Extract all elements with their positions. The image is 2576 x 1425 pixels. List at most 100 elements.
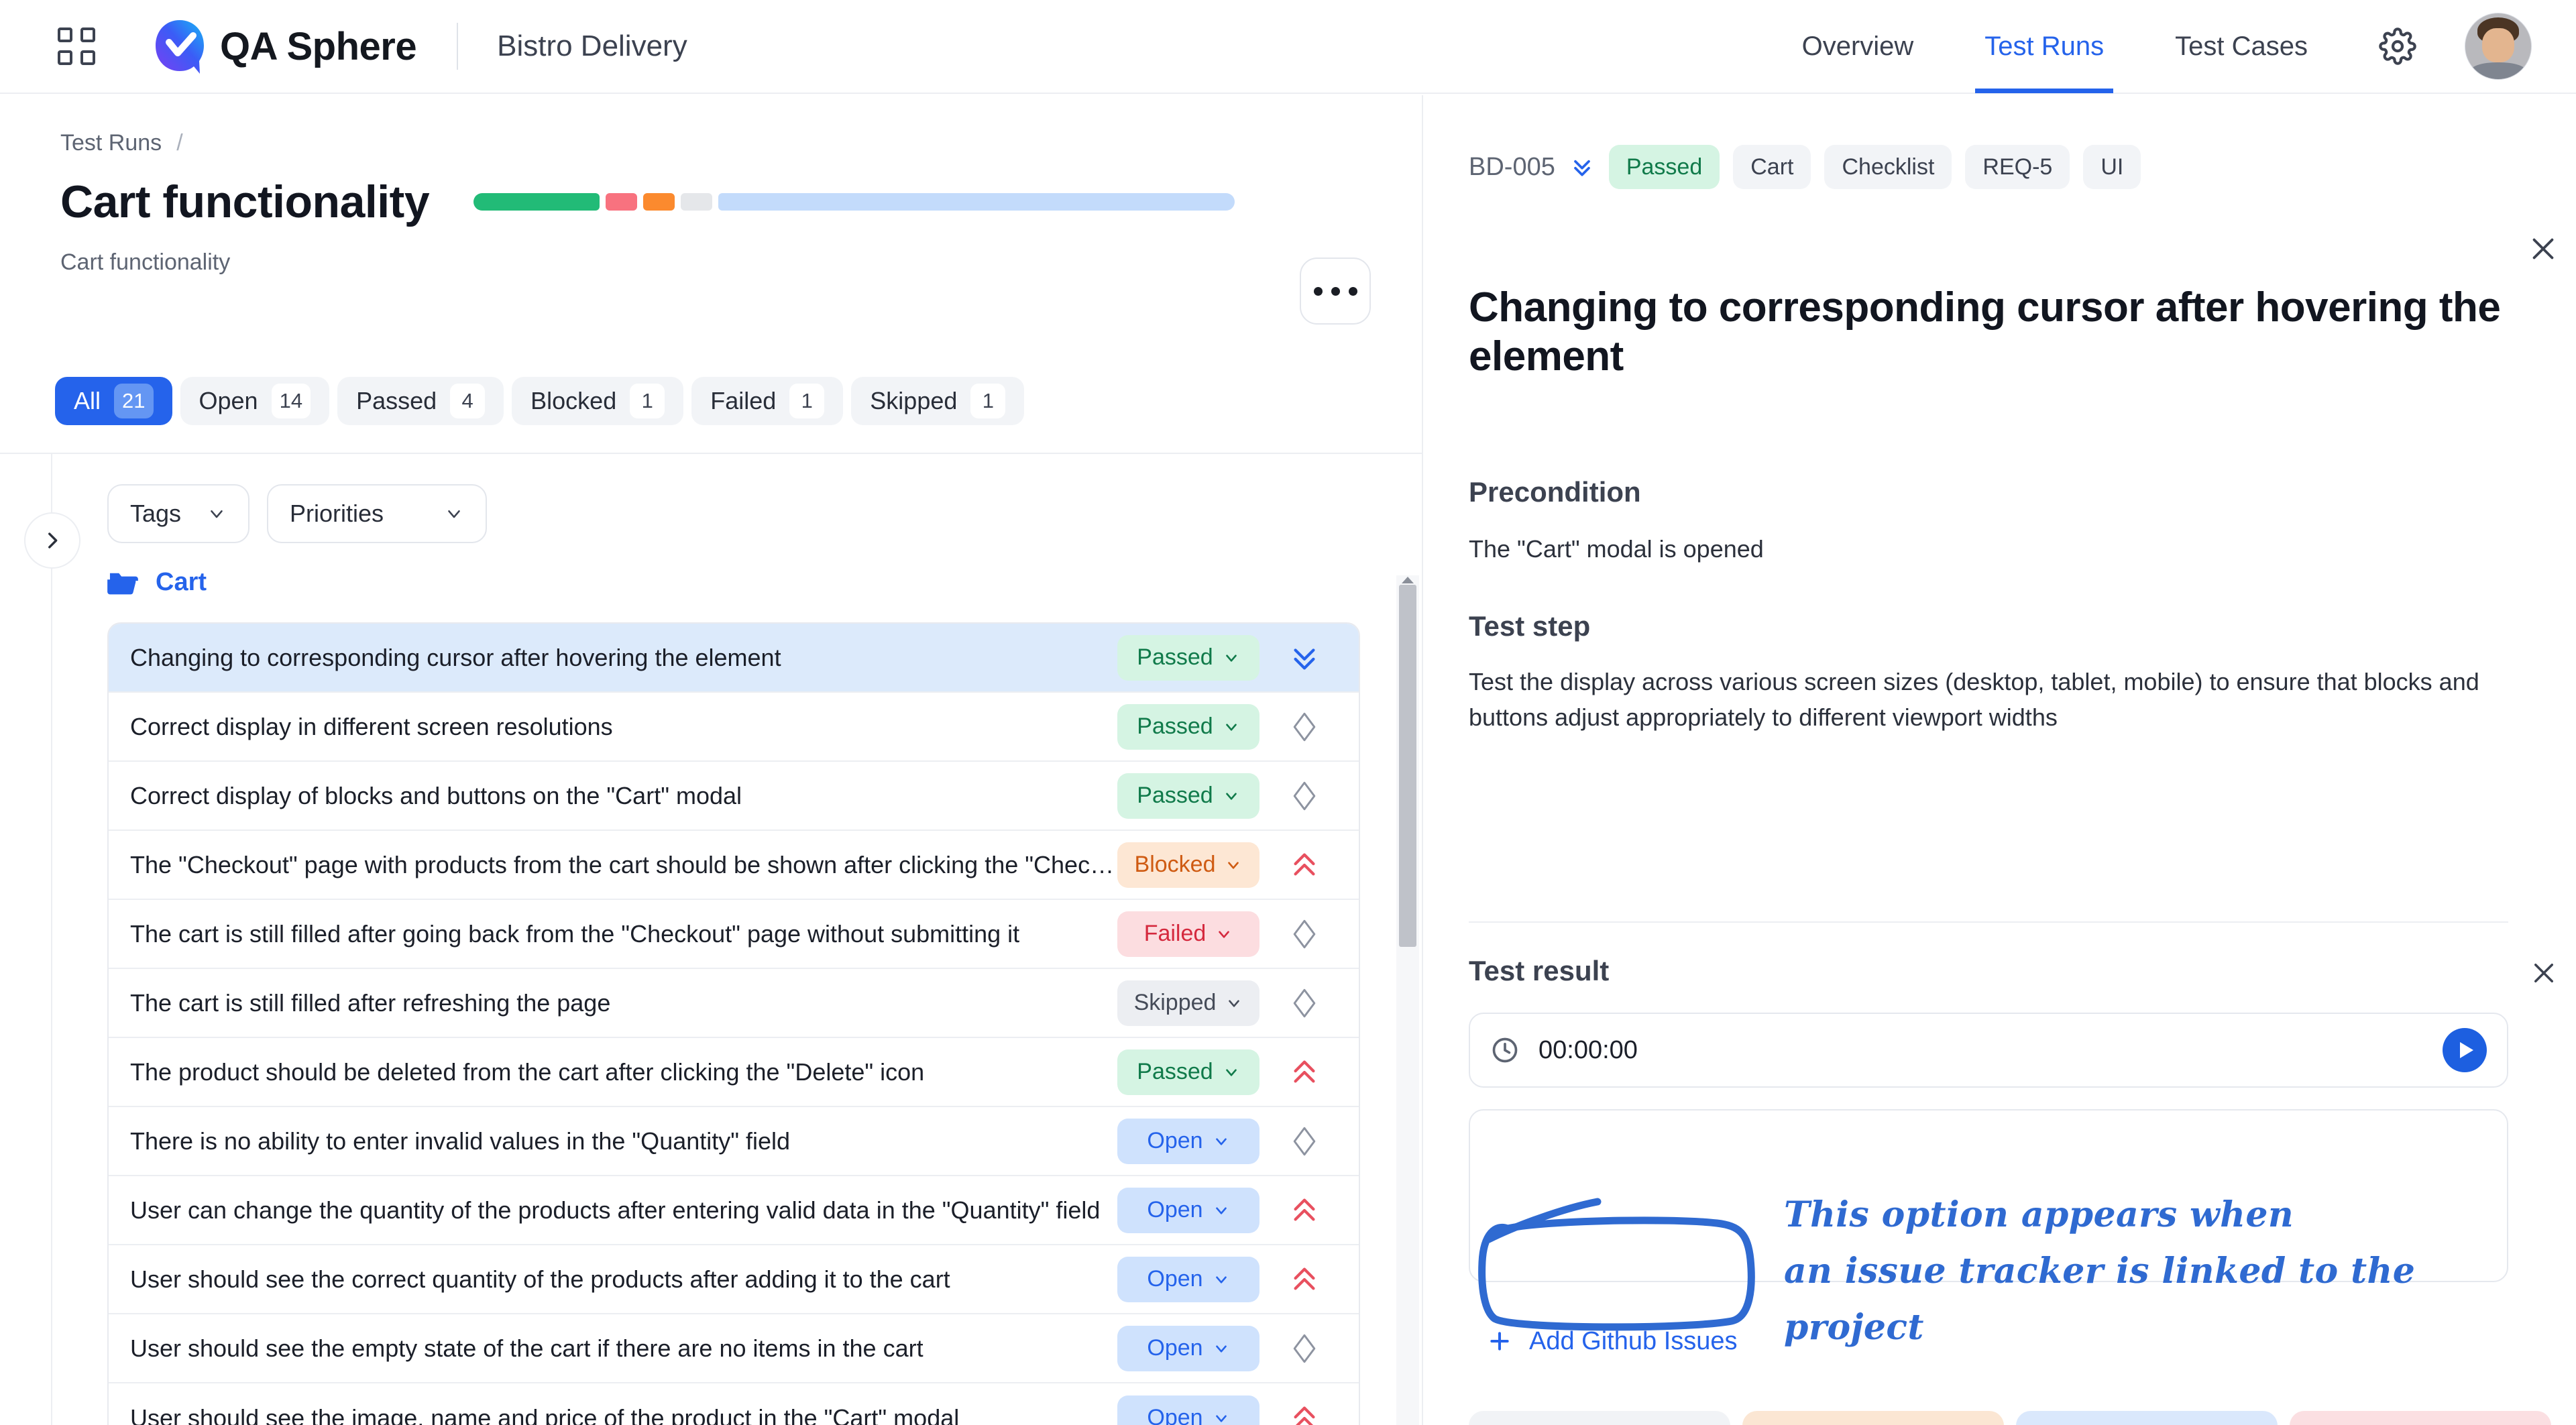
- test-case-priority[interactable]: [1274, 1264, 1335, 1295]
- priority-high-icon: [1294, 1060, 1315, 1083]
- tag-ui[interactable]: UI: [2083, 145, 2141, 189]
- tag-checklist[interactable]: Checklist: [1824, 145, 1952, 189]
- table-row[interactable]: User should see the empty state of the c…: [109, 1314, 1359, 1383]
- test-case-status-label: Open: [1147, 1128, 1203, 1153]
- avatar[interactable]: [2465, 13, 2532, 80]
- table-row[interactable]: The "Checkout" page with products from t…: [109, 831, 1359, 900]
- test-timer[interactable]: 00:00:00: [1469, 1013, 2508, 1088]
- test-case-status-dropdown[interactable]: Open: [1117, 1118, 1259, 1164]
- test-case-priority[interactable]: [1274, 1057, 1335, 1088]
- detail-title: Changing to corresponding cursor after h…: [1469, 284, 2501, 380]
- test-case-status-dropdown[interactable]: Open: [1117, 1325, 1259, 1371]
- test-case-priority[interactable]: [1274, 988, 1335, 1019]
- test-case-priority[interactable]: [1274, 711, 1335, 742]
- start-timer-button[interactable]: [2443, 1028, 2487, 1072]
- nav-test-cases[interactable]: Test Cases: [2175, 0, 2308, 93]
- test-case-status-dropdown[interactable]: Open: [1117, 1395, 1259, 1425]
- close-test-result-button[interactable]: [2530, 959, 2558, 990]
- set-status-skipped-button[interactable]: Skipped: [1469, 1411, 1730, 1425]
- close-detail-button[interactable]: [2528, 233, 2559, 268]
- tab-all[interactable]: All 21: [55, 377, 172, 425]
- test-case-priority[interactable]: [1274, 919, 1335, 950]
- test-case-status-dropdown[interactable]: Failed: [1117, 911, 1259, 957]
- test-case-priority[interactable]: [1274, 642, 1335, 673]
- test-case-status-label: Failed: [1143, 921, 1207, 946]
- tab-open[interactable]: Open 14: [180, 377, 330, 425]
- tab-failed[interactable]: Failed 1: [691, 377, 844, 425]
- grid-apps-icon[interactable]: [58, 27, 95, 65]
- test-case-status-dropdown[interactable]: Passed: [1117, 634, 1259, 681]
- table-row[interactable]: Changing to corresponding cursor after h…: [109, 624, 1359, 693]
- priorities-filter-dropdown[interactable]: Priorities: [267, 484, 487, 543]
- test-case-status-dropdown[interactable]: Passed: [1117, 773, 1259, 819]
- more-options-button[interactable]: [1300, 258, 1371, 325]
- scrollbar-thumb[interactable]: [1399, 585, 1416, 947]
- nav-test-runs[interactable]: Test Runs: [1975, 0, 2113, 93]
- precondition-text: The "Cart" modal is opened: [1469, 535, 1764, 563]
- tab-blocked[interactable]: Blocked 1: [512, 377, 684, 425]
- chevron-down-icon: [1219, 930, 1230, 938]
- test-case-status-dropdown[interactable]: Blocked: [1117, 842, 1259, 888]
- test-case-status-label: Passed: [1137, 1059, 1213, 1084]
- priority-high-icon: [1294, 1267, 1315, 1290]
- tag-cart[interactable]: Cart: [1733, 145, 1811, 189]
- test-case-priority[interactable]: [1274, 1403, 1335, 1425]
- test-case-priority[interactable]: [1274, 1126, 1335, 1157]
- detail-divider: [1469, 921, 2508, 923]
- tab-passed[interactable]: Passed 4: [337, 377, 504, 425]
- test-result-comment-input[interactable]: [1469, 1109, 2508, 1282]
- test-case-priority[interactable]: [1274, 1333, 1335, 1364]
- test-case-status-dropdown[interactable]: Skipped: [1117, 980, 1259, 1026]
- tag-req5[interactable]: REQ-5: [1965, 145, 2070, 189]
- test-case-status-dropdown[interactable]: Passed: [1117, 703, 1259, 750]
- test-case-priority[interactable]: [1274, 1195, 1335, 1226]
- tab-skipped[interactable]: Skipped 1: [851, 377, 1025, 425]
- test-case-title: Changing to corresponding cursor after h…: [130, 643, 781, 671]
- table-row[interactable]: User should see the correct quantity of …: [109, 1245, 1359, 1314]
- page-subtitle: Cart functionality: [60, 249, 231, 275]
- table-row[interactable]: User can change the quantity of the prod…: [109, 1176, 1359, 1245]
- status-filter-tabs: All 21 Open 14 Passed 4 Blocked 1 Failed…: [55, 377, 1025, 425]
- table-row[interactable]: The product should be deleted from the c…: [109, 1038, 1359, 1107]
- test-case-status-dropdown[interactable]: Open: [1117, 1187, 1259, 1233]
- test-case-status-label: Skipped: [1133, 990, 1217, 1015]
- set-status-open-button[interactable]: Open: [2016, 1411, 2278, 1425]
- table-row[interactable]: The cart is still filled after going bac…: [109, 900, 1359, 969]
- test-case-priority[interactable]: [1274, 781, 1335, 811]
- table-row[interactable]: There is no ability to enter invalid val…: [109, 1107, 1359, 1176]
- test-case-title: The product should be deleted from the c…: [130, 1058, 925, 1086]
- detail-status-chip[interactable]: Passed: [1608, 145, 1720, 189]
- test-case-priority[interactable]: [1274, 850, 1335, 880]
- project-name[interactable]: Bistro Delivery: [497, 30, 687, 63]
- folder-cart[interactable]: Cart: [107, 568, 207, 597]
- test-case-title: User should see the image, name and pric…: [130, 1404, 960, 1425]
- set-status-blocked-button[interactable]: Blocked: [1742, 1411, 2004, 1425]
- test-case-status-dropdown[interactable]: Passed: [1117, 1049, 1259, 1095]
- scroll-up-arrow-icon[interactable]: [1402, 577, 1414, 583]
- test-case-title: Correct display in different screen reso…: [130, 712, 613, 740]
- test-step-heading: Test step: [1469, 610, 1591, 642]
- table-row[interactable]: Correct display in different screen reso…: [109, 693, 1359, 762]
- table-row[interactable]: Correct display of blocks and buttons on…: [109, 762, 1359, 831]
- chevron-down-icon: [448, 510, 460, 518]
- breadcrumb-test-runs[interactable]: Test Runs: [60, 130, 162, 156]
- test-case-status-dropdown[interactable]: Open: [1117, 1256, 1259, 1302]
- set-status-failed-button[interactable]: Failed: [2290, 1411, 2551, 1425]
- breadcrumb: Test Runs /: [60, 130, 183, 156]
- priorities-filter-label: Priorities: [290, 500, 384, 527]
- avatar-body: [2470, 62, 2526, 79]
- progress-segment-skipped: [681, 193, 713, 211]
- table-row[interactable]: The cart is still filled after refreshin…: [109, 969, 1359, 1038]
- chevron-down-icon: [1225, 654, 1237, 662]
- test-case-list: Changing to corresponding cursor after h…: [107, 622, 1360, 1425]
- test-list-scrollbar[interactable]: [1396, 575, 1419, 1425]
- gear-icon[interactable]: [2379, 27, 2416, 65]
- tags-filter-dropdown[interactable]: Tags: [107, 484, 249, 543]
- case-id: BD-005: [1469, 152, 1555, 181]
- logo[interactable]: QA Sphere: [152, 18, 417, 74]
- table-row[interactable]: User should see the image, name and pric…: [109, 1383, 1359, 1425]
- nav-overview[interactable]: Overview: [1802, 0, 1914, 93]
- add-github-issues-button[interactable]: Add Github Issues: [1486, 1314, 1738, 1368]
- expand-tree-button[interactable]: [24, 512, 80, 569]
- add-github-issues-label: Add Github Issues: [1529, 1326, 1738, 1355]
